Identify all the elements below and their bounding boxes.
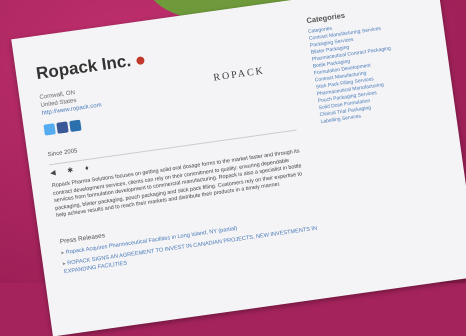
tab-star[interactable]: ✱ [67,166,74,175]
categories-sidebar: Categories Categories Contract Manufactu… [306,0,440,126]
status-dot-icon [136,55,146,65]
category-list: Categories Contract Manufacturing Servic… [308,12,440,126]
tab-back[interactable]: ◀ [50,169,56,178]
facebook-icon[interactable] [56,121,69,134]
logo-text: ROPACK [212,65,266,84]
company-name: Ropack Inc. [34,51,133,84]
linkedin-icon[interactable] [69,119,82,133]
profile-page: Ropack Inc. ROPACK Cornwall, ON United S… [11,0,466,336]
twitter-icon[interactable] [43,123,56,136]
main-column: Ropack Inc. ROPACK Cornwall, ON United S… [35,28,323,279]
tab-bookmark[interactable]: ♦ [85,165,90,172]
